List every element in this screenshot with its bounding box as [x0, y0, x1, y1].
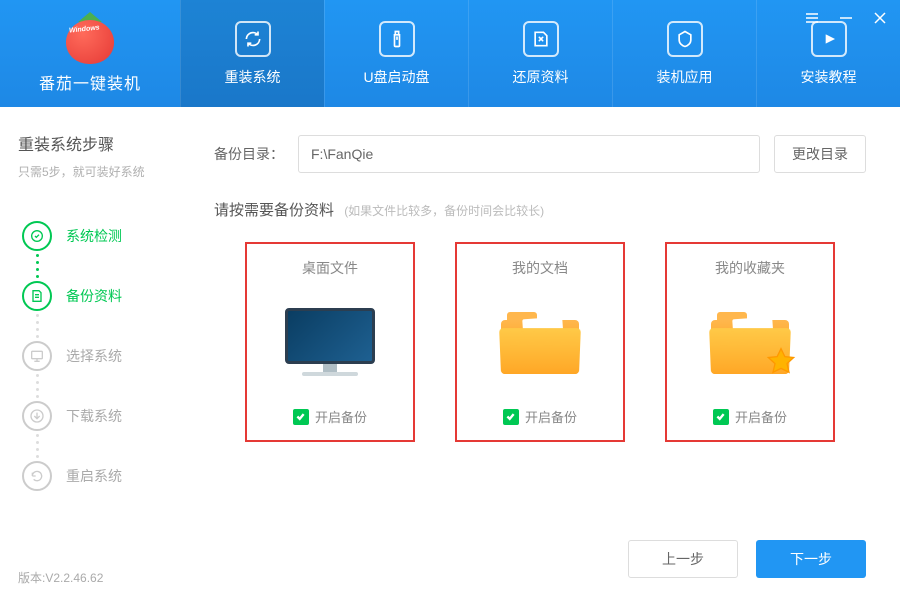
minimize-button[interactable]	[838, 10, 854, 26]
header: Windows 番茄一键装机 重装系统 U盘启动盘 还原资料 装机应用 安装教程	[0, 0, 900, 107]
logo-area: Windows 番茄一键装机	[0, 14, 180, 94]
step-download[interactable]: 下载系统	[18, 386, 162, 446]
next-button[interactable]: 下一步	[756, 540, 866, 578]
folder-star-icon	[667, 278, 833, 407]
checkbox-icon	[713, 409, 729, 425]
backup-prompt: 请按需要备份资料 (如果文件比较多，备份时间会比较长)	[214, 199, 866, 220]
sidebar-subtitle: 只需5步，就可装好系统	[18, 163, 162, 180]
card-title: 桌面文件	[302, 258, 358, 278]
main-panel: 备份目录： F:\FanQie 更改目录 请按需要备份资料 (如果文件比较多，备…	[180, 107, 900, 600]
top-nav: 重装系统 U盘启动盘 还原资料 装机应用 安装教程	[180, 0, 900, 107]
step-restart[interactable]: 重启系统	[18, 446, 162, 506]
nav-label: U盘启动盘	[363, 67, 429, 87]
card-my-favorites[interactable]: 我的收藏夹 开启备份	[665, 242, 835, 442]
card-checkbox-row[interactable]: 开启备份	[713, 407, 787, 426]
sidebar-title: 重装系统步骤	[18, 131, 162, 155]
card-my-documents[interactable]: 我的文档 开启备份	[455, 242, 625, 442]
tomato-logo-icon: Windows	[63, 14, 117, 64]
nav-reinstall[interactable]: 重装系统	[180, 0, 324, 107]
check-label: 开启备份	[735, 407, 787, 426]
step-select-system[interactable]: 选择系统	[18, 326, 162, 386]
check-label: 开启备份	[315, 407, 367, 426]
restart-icon	[22, 461, 52, 491]
backup-prompt-sub: (如果文件比较多，备份时间会比较长)	[344, 204, 544, 218]
body: 重装系统步骤 只需5步，就可装好系统 系统检测 备份资料 选择系统 下载系统	[0, 107, 900, 600]
nav-restore[interactable]: 还原资料	[468, 0, 612, 107]
step-backup[interactable]: 备份资料	[18, 266, 162, 326]
backup-dir-label: 备份目录：	[214, 144, 284, 164]
change-dir-button[interactable]: 更改目录	[774, 135, 866, 173]
check-label: 开启备份	[525, 407, 577, 426]
nav-apps[interactable]: 装机应用	[612, 0, 756, 107]
nav-label: 还原资料	[513, 67, 569, 87]
window-controls	[804, 10, 888, 26]
menu-button[interactable]	[804, 10, 820, 26]
version-label: 版本:V2.2.46.62	[18, 569, 103, 586]
monitor-icon	[247, 278, 413, 407]
backup-dir-input[interactable]: F:\FanQie	[298, 135, 760, 173]
reinstall-icon	[235, 21, 271, 57]
footer-buttons: 上一步 下一步	[628, 540, 866, 578]
checkbox-icon	[293, 409, 309, 425]
apps-icon	[667, 21, 703, 57]
sidebar: 重装系统步骤 只需5步，就可装好系统 系统检测 备份资料 选择系统 下载系统	[0, 107, 180, 600]
folder-icon	[457, 278, 623, 407]
nav-label: 安装教程	[801, 67, 857, 87]
checkbox-icon	[503, 409, 519, 425]
step-label: 下载系统	[66, 406, 122, 426]
select-icon	[22, 341, 52, 371]
nav-label: 装机应用	[657, 67, 713, 87]
close-button[interactable]	[872, 10, 888, 26]
download-icon	[22, 401, 52, 431]
step-label: 选择系统	[66, 346, 122, 366]
backup-cards: 桌面文件 开启备份 我的文档 开启备份	[214, 242, 866, 442]
step-label: 系统检测	[66, 226, 122, 246]
card-checkbox-row[interactable]: 开启备份	[293, 407, 367, 426]
card-checkbox-row[interactable]: 开启备份	[503, 407, 577, 426]
usb-icon	[379, 21, 415, 57]
prev-button[interactable]: 上一步	[628, 540, 738, 578]
nav-usb[interactable]: U盘启动盘	[324, 0, 468, 107]
card-title: 我的收藏夹	[715, 258, 785, 278]
backup-dir-row: 备份目录： F:\FanQie 更改目录	[214, 135, 866, 173]
step-label: 备份资料	[66, 286, 122, 306]
card-desktop-files[interactable]: 桌面文件 开启备份	[245, 242, 415, 442]
step-label: 重启系统	[66, 466, 122, 486]
step-system-check[interactable]: 系统检测	[18, 206, 162, 266]
backup-icon	[22, 281, 52, 311]
check-icon	[22, 221, 52, 251]
step-list: 系统检测 备份资料 选择系统 下载系统 重启系统	[18, 206, 162, 590]
app-title: 番茄一键装机	[39, 70, 141, 94]
card-title: 我的文档	[512, 258, 568, 278]
restore-icon	[523, 21, 559, 57]
nav-label: 重装系统	[225, 67, 281, 87]
